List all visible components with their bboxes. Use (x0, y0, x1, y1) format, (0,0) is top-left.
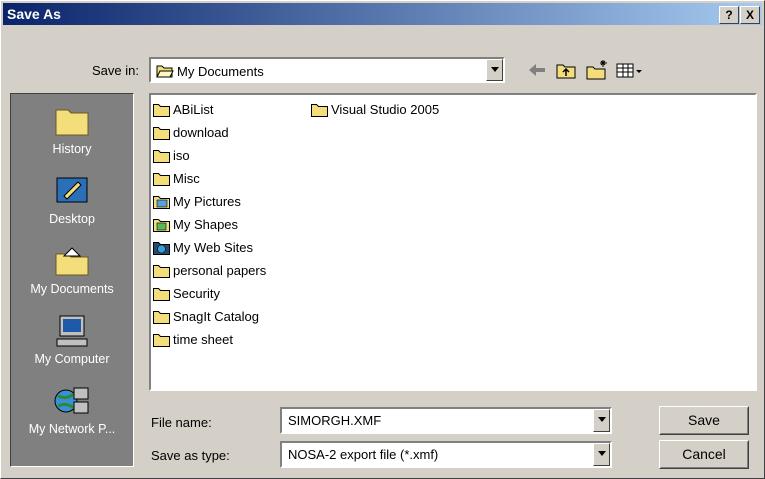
help-button[interactable]: ? (719, 6, 739, 24)
places-desktop-label: Desktop (49, 212, 95, 226)
close-button[interactable]: X (740, 6, 760, 24)
desktop-icon (56, 177, 88, 203)
my-computer-icon (56, 315, 88, 347)
file-name-dropdown-button[interactable] (593, 409, 610, 432)
places-bar: History Desktop My Documents My Computer (10, 93, 134, 467)
folder-icon (153, 104, 170, 117)
places-desktop[interactable]: Desktop (11, 174, 133, 226)
places-network[interactable]: My Network P... (11, 384, 133, 436)
pictures-folder-icon (153, 196, 170, 209)
save-button-label: Save (688, 412, 720, 428)
places-history-label: History (52, 142, 92, 156)
folder-icon (153, 265, 170, 278)
save-as-type-label: Save as type: (151, 448, 230, 463)
folder-icon (153, 173, 170, 186)
places-my-documents[interactable]: My Documents (11, 244, 133, 296)
save-as-type-select[interactable]: NOSA-2 export file (*.xmf) (280, 441, 612, 468)
places-my-computer-label: My Computer (34, 352, 110, 366)
folder-icon (153, 288, 170, 301)
save-in-value: My Documents (177, 64, 264, 79)
network-places-icon (54, 387, 89, 414)
cancel-button-label: Cancel (682, 446, 726, 462)
views-menu-icon[interactable] (615, 59, 645, 81)
places-my-computer[interactable]: My Computer (11, 314, 133, 366)
places-network-label: My Network P... (28, 422, 116, 436)
folder-icon (153, 127, 170, 140)
cancel-button[interactable]: Cancel (659, 440, 749, 469)
shapes-folder-icon (153, 219, 170, 232)
folder-icon (153, 334, 170, 347)
save-button[interactable]: Save (659, 406, 749, 435)
save-in-combo[interactable]: My Documents (149, 57, 505, 83)
up-folder-icon[interactable] (555, 59, 577, 81)
websites-folder-icon (153, 242, 170, 255)
my-documents-icon (55, 247, 89, 276)
window-title: Save As (7, 6, 61, 22)
folder-icon (153, 150, 170, 163)
history-icon (55, 109, 89, 136)
back-arrow-icon[interactable] (527, 59, 547, 81)
title-bar[interactable]: Save As ? X (3, 3, 762, 25)
save-as-dialog: Save As ? X Save in: My Documents Histor… (0, 0, 765, 479)
places-history[interactable]: History (11, 104, 133, 156)
file-name-input[interactable]: SIMORGH.XMF (280, 407, 612, 434)
save-as-type-dropdown-button[interactable] (593, 443, 610, 466)
open-folder-icon (156, 65, 174, 78)
file-name-label: File name: (151, 415, 212, 430)
new-folder-icon[interactable] (585, 59, 609, 81)
file-list[interactable]: ABiList download iso Misc My Pictures My… (149, 93, 757, 391)
file-name-value: SIMORGH.XMF (288, 413, 382, 428)
save-in-label: Save in: (92, 63, 139, 78)
folder-icon (311, 104, 328, 117)
save-as-type-value: NOSA-2 export file (*.xmf) (288, 447, 439, 462)
folder-icon (153, 311, 170, 324)
places-my-documents-label: My Documents (30, 282, 114, 296)
save-in-dropdown-button[interactable] (486, 59, 503, 81)
